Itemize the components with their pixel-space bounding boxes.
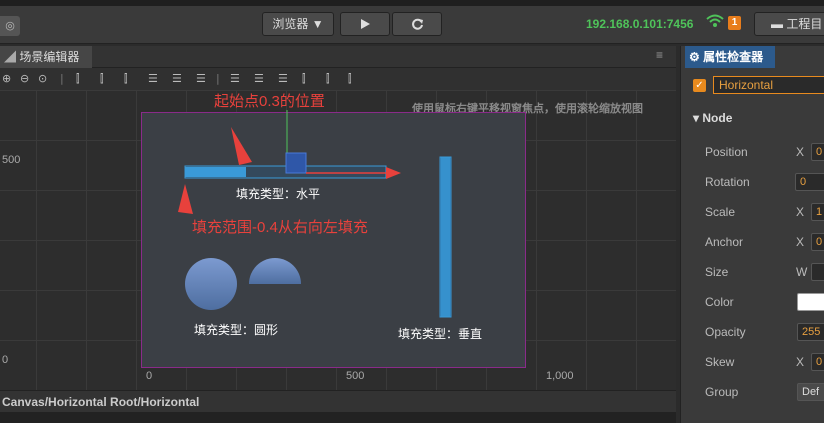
- selection-handle: [285, 152, 307, 174]
- prop-axis: X: [796, 235, 805, 249]
- scene-drawing: [178, 110, 452, 318]
- prop-row-position: Position X 0: [681, 141, 824, 165]
- prop-row-opacity: Opacity 255: [681, 321, 824, 345]
- prop-axis: X: [796, 145, 805, 159]
- align-hcenter-icon[interactable]: ⫿: [100, 72, 104, 86]
- browser-select[interactable]: 浏览器 ▼: [262, 12, 334, 36]
- annotation-start-point: 起始点0.3的位置: [214, 93, 325, 110]
- distribute-left-icon[interactable]: ⫿: [302, 72, 306, 86]
- prop-label: Rotation: [705, 175, 750, 189]
- scene-icon: ◢: [4, 50, 17, 64]
- top-edge: [0, 0, 824, 6]
- prop-axis: W: [796, 265, 808, 279]
- browser-select-label: 浏览器 ▼: [272, 17, 324, 31]
- annotation-fill-range: 填充范围-0.4从右向左填充: [192, 219, 368, 236]
- node-section-label: Node: [702, 111, 733, 125]
- prop-row-scale: Scale X 1: [681, 201, 824, 225]
- radial-half-sprite: [249, 258, 301, 284]
- node-section-header[interactable]: ▾ Node: [681, 108, 824, 128]
- prop-row-size: Size W: [681, 261, 824, 285]
- toolbar-divider-2: |: [216, 72, 220, 85]
- anchor-x-input[interactable]: 0: [811, 233, 824, 251]
- panel-menu-icon[interactable]: ≡: [656, 48, 663, 62]
- horizontal-bar-fill: [185, 167, 246, 177]
- node-path: Canvas/Horizontal Root/Horizontal: [2, 395, 200, 409]
- prop-row-group: Group Def: [681, 381, 824, 405]
- align-vcenter-icon[interactable]: ☰: [172, 72, 182, 85]
- menu-icon[interactable]: ◎: [0, 16, 20, 36]
- align-bottom-icon[interactable]: ☰: [196, 72, 206, 85]
- prop-label: Anchor: [705, 235, 744, 249]
- prop-label: Skew: [705, 355, 735, 369]
- gear-icon: ⚙: [689, 50, 700, 64]
- label-horizontal: 填充类型：水平: [236, 187, 321, 201]
- fill-range-arrow: [178, 184, 193, 214]
- top-toolbar: ◎ 浏览器 ▼ 192.168.0.101:7456 1 ▬ 工程目: [0, 0, 824, 44]
- prop-axis: X: [796, 205, 805, 219]
- label-vertical: 填充类型：垂直: [398, 327, 483, 341]
- refresh-icon: [411, 18, 423, 30]
- scene-viewport[interactable]: 使用鼠标右键平移视窗焦点，使用滚轮缩放视图 500 0 0 500 1,000 …: [0, 90, 676, 390]
- project-label: 工程目: [786, 17, 823, 31]
- node-path-bar: Canvas/Horizontal Root/Horizontal: [0, 390, 676, 412]
- prop-row-anchor: Anchor X 0: [681, 231, 824, 255]
- group-select[interactable]: Def: [797, 383, 824, 401]
- radial-full-sprite: [185, 258, 237, 310]
- zoom-reset-icon[interactable]: ⊙: [38, 72, 47, 85]
- play-button[interactable]: [340, 12, 390, 36]
- node-name-field[interactable]: Horizontal: [713, 76, 824, 94]
- tab-inspector[interactable]: ⚙ 属性检查器: [685, 46, 775, 68]
- prop-label: Group: [705, 385, 739, 399]
- prop-label: Color: [705, 295, 734, 309]
- notification-badge[interactable]: 1: [728, 16, 741, 30]
- prop-label: Opacity: [705, 325, 746, 339]
- prop-axis: X: [796, 355, 805, 369]
- scene-tabbar: ◢ 场景编辑器 ≡: [0, 46, 676, 68]
- wifi-icon: [706, 14, 724, 27]
- vertical-bar-fill: [441, 157, 450, 317]
- refresh-button[interactable]: [392, 12, 442, 36]
- distribute-right-icon[interactable]: ⫿: [348, 72, 352, 86]
- align-right-icon[interactable]: ⫿: [124, 72, 128, 86]
- opacity-input[interactable]: 255: [797, 323, 824, 341]
- distribute-vcenter-icon[interactable]: ☰: [254, 72, 264, 85]
- distribute-hcenter-icon[interactable]: ⫿: [326, 72, 330, 86]
- node-active-checkbox[interactable]: ✓: [693, 79, 706, 92]
- project-button[interactable]: ▬ 工程目: [754, 12, 824, 36]
- prop-row-rotation: Rotation 0: [681, 171, 824, 195]
- distribute-bottom-icon[interactable]: ☰: [278, 72, 288, 85]
- prop-label: Scale: [705, 205, 736, 219]
- align-top-icon[interactable]: ☰: [148, 72, 158, 85]
- distribute-top-icon[interactable]: ☰: [230, 72, 240, 85]
- folder-icon: ▬: [771, 17, 783, 31]
- rotation-input[interactable]: 0: [795, 173, 824, 191]
- inspector-panel: ⚙ 属性检查器 ✓ Horizontal ▾ Node Position X 0…: [680, 46, 824, 423]
- skew-x-input[interactable]: 0: [811, 353, 824, 371]
- scale-x-input[interactable]: 1: [811, 203, 824, 221]
- zoom-in-icon[interactable]: ⊕: [2, 72, 11, 85]
- tab-scene-editor[interactable]: ◢ 场景编辑器: [0, 46, 92, 68]
- label-radial: 填充类型：圆形: [194, 323, 279, 337]
- prop-label: Position: [705, 145, 748, 159]
- bottom-strip: [0, 412, 676, 423]
- color-swatch[interactable]: [797, 293, 824, 311]
- preview-ip[interactable]: 192.168.0.101:7456: [586, 17, 693, 31]
- node-header: ✓ Horizontal: [681, 74, 824, 96]
- inspector-tab-label: 属性检查器: [703, 50, 764, 64]
- scene-toolbar: ⊕ ⊖ ⊙ | ⫿ ⫿ ⫿ ☰ ☰ ☰ | ☰ ☰ ☰ ⫿ ⫿ ⫿: [0, 68, 676, 90]
- prop-label: Size: [705, 265, 729, 279]
- align-left-icon[interactable]: ⫿: [76, 72, 80, 86]
- toolbar-divider: |: [60, 72, 64, 85]
- start-point-arrow: [231, 127, 252, 165]
- x-gizmo-arrow: [386, 167, 401, 179]
- scene-tab-label: 场景编辑器: [19, 50, 80, 64]
- prop-row-skew: Skew X 0: [681, 351, 824, 375]
- size-w-input[interactable]: [811, 263, 824, 281]
- zoom-out-icon[interactable]: ⊖: [20, 72, 29, 85]
- play-icon: [361, 19, 370, 29]
- prop-row-color: Color: [681, 291, 824, 315]
- collapse-icon: ▾: [693, 111, 700, 125]
- position-x-input[interactable]: 0: [811, 143, 824, 161]
